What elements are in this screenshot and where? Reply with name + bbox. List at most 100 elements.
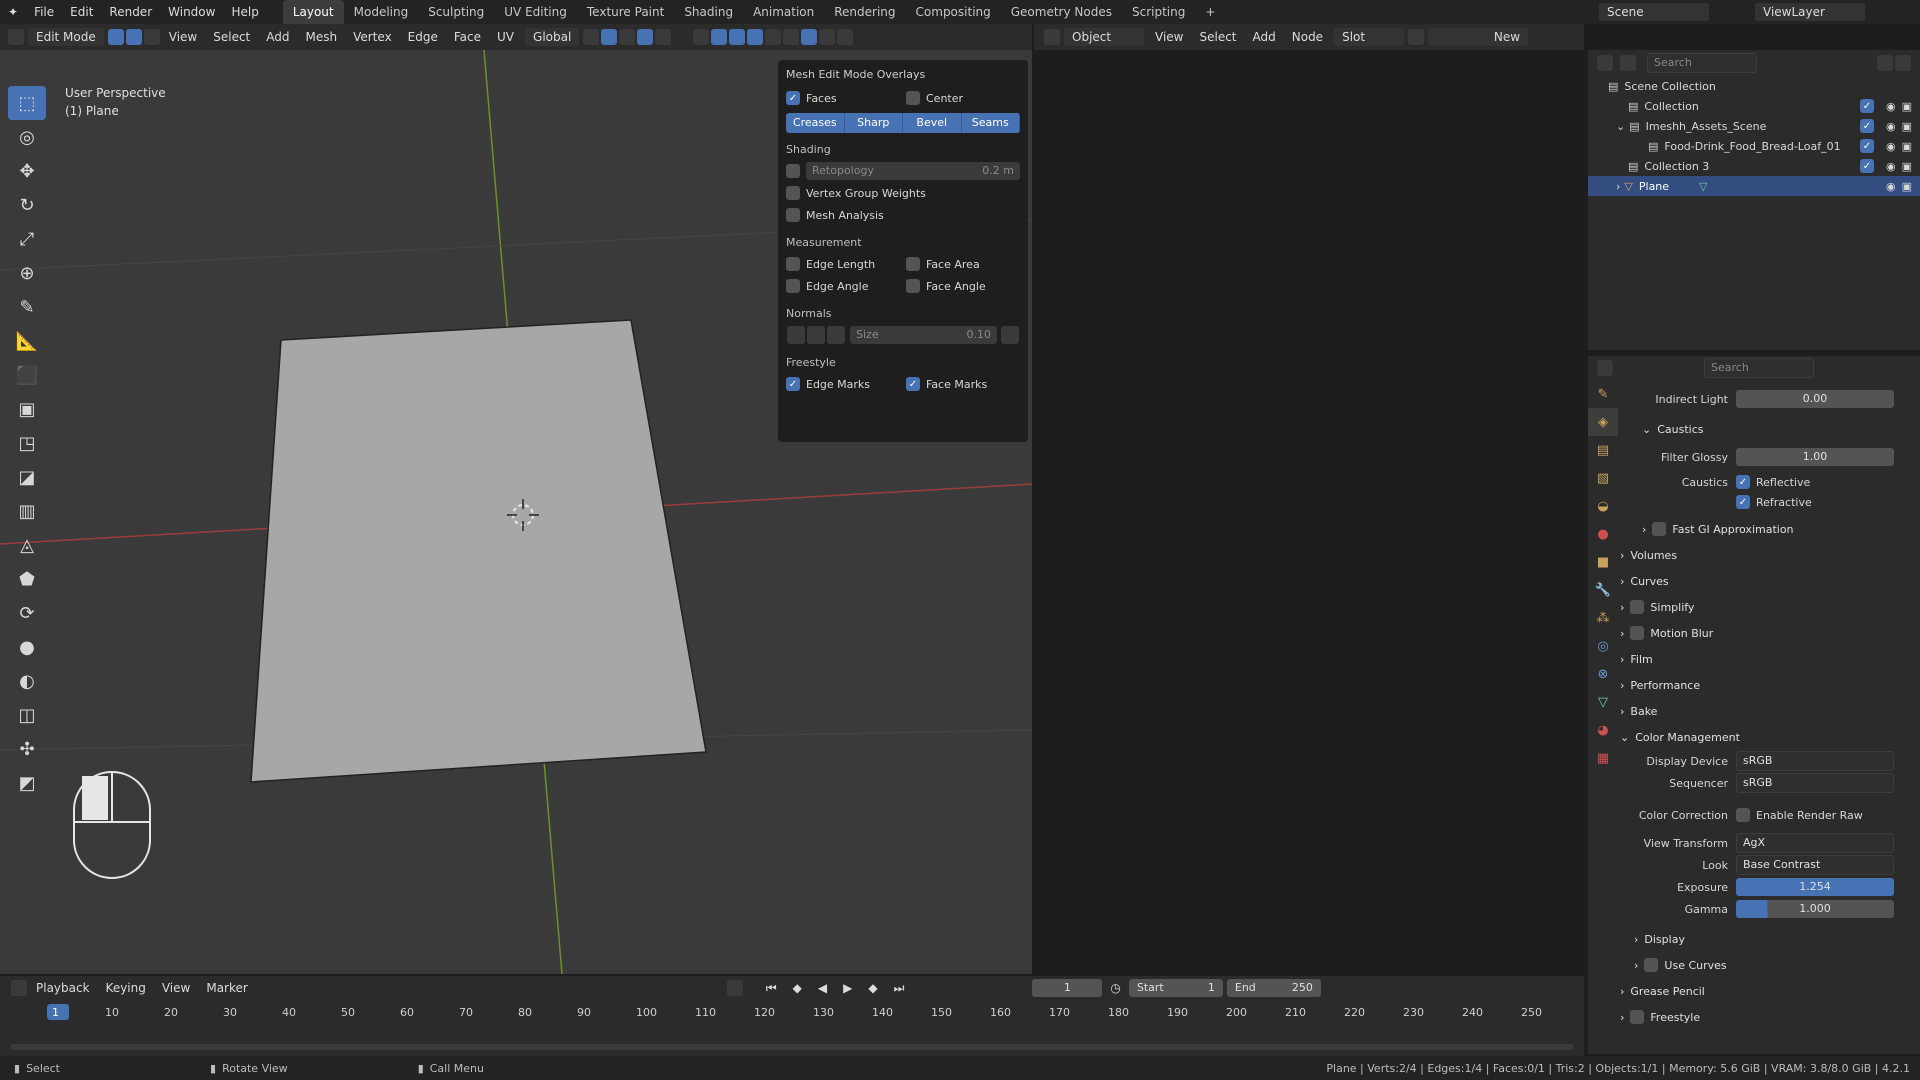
gizmo-icon[interactable]: [711, 29, 728, 45]
display-subpanel-header[interactable]: › Display: [1620, 926, 1912, 952]
snap-icon[interactable]: [601, 29, 618, 45]
checkbox-icon[interactable]: [1644, 958, 1659, 972]
motion-blur-panel-header[interactable]: › Motion Blur: [1620, 620, 1912, 646]
face-marks-checkbox[interactable]: ✓ Face Marks: [906, 373, 987, 395]
filter-view-icon[interactable]: [1620, 55, 1636, 71]
editor-type-icon[interactable]: [1044, 29, 1060, 45]
slot-dropdown[interactable]: Slot: [1334, 28, 1405, 46]
overlays-icon[interactable]: [729, 29, 746, 45]
look-dropdown[interactable]: Base Contrast: [1736, 855, 1894, 875]
edge-angle-checkbox[interactable]: Edge Angle: [786, 275, 906, 297]
loop-cut-icon[interactable]: ▥: [8, 494, 46, 528]
eye-icon[interactable]: ◉: [1886, 180, 1896, 193]
exposure-slider[interactable]: 1.254: [1736, 878, 1894, 896]
editor-type-icon[interactable]: [1597, 360, 1613, 376]
inset-icon[interactable]: ◳: [8, 426, 46, 460]
menu-face[interactable]: Face: [446, 30, 489, 44]
menu-view[interactable]: View: [1147, 30, 1191, 44]
tab-uv-editing[interactable]: UV Editing: [494, 0, 577, 24]
editor-type-icon[interactable]: [8, 29, 24, 45]
blender-logo-icon[interactable]: ✦: [0, 0, 26, 24]
tab-compositing[interactable]: Compositing: [906, 0, 1001, 24]
constraints-tab-icon[interactable]: ⊗: [1588, 660, 1618, 688]
bake-panel-header[interactable]: › Bake: [1620, 698, 1912, 724]
spin-icon[interactable]: ⟳: [8, 596, 46, 630]
view-layer-tab-icon[interactable]: ▧: [1588, 464, 1618, 492]
freestyle-panel-header[interactable]: › Freestyle: [1620, 1004, 1912, 1030]
snap-target-icon[interactable]: [619, 29, 636, 45]
output-tab-icon[interactable]: ▤: [1588, 436, 1618, 464]
sharp-toggle[interactable]: Sharp: [844, 113, 903, 133]
modifier-tab-icon[interactable]: 🔧: [1588, 576, 1618, 604]
seams-toggle[interactable]: Seams: [961, 113, 1020, 133]
sequencer-dropdown[interactable]: sRGB: [1736, 773, 1894, 793]
shear-icon[interactable]: ✣: [8, 732, 46, 766]
timeline-scrollbar[interactable]: [10, 1044, 1574, 1050]
visibility-icon[interactable]: [693, 29, 710, 45]
add-workspace-icon[interactable]: +: [1195, 0, 1225, 24]
add-cube-icon[interactable]: ⬛: [8, 358, 46, 392]
normals-size-field[interactable]: Size 0.10: [850, 326, 997, 344]
gamma-slider[interactable]: 1.000: [1736, 900, 1894, 918]
material-tab-icon[interactable]: ◕: [1588, 716, 1618, 744]
poly-build-icon[interactable]: ⬟: [8, 562, 46, 596]
face-select-icon[interactable]: [143, 29, 160, 45]
transform-orientation-dropdown[interactable]: Global: [525, 28, 580, 46]
caustics-panel-header[interactable]: ⌄ Caustics: [1620, 416, 1912, 442]
properties-search-input[interactable]: Search: [1704, 358, 1814, 378]
fast-gi-panel-header[interactable]: › Fast GI Approximation: [1620, 516, 1912, 542]
material-icon[interactable]: [1408, 29, 1425, 45]
eye-icon[interactable]: ◉: [1886, 140, 1896, 153]
scene-tab-icon[interactable]: ◒: [1588, 492, 1618, 520]
xray-icon[interactable]: [765, 29, 782, 45]
material-shading-icon[interactable]: [819, 29, 836, 45]
knife-icon[interactable]: ◬: [8, 528, 46, 562]
vertex-select-icon[interactable]: [107, 29, 124, 45]
indirect-light-field[interactable]: 0.00: [1736, 390, 1894, 408]
checkbox-icon[interactable]: [1652, 522, 1667, 536]
edge-length-checkbox[interactable]: Edge Length: [786, 253, 906, 275]
tab-modeling[interactable]: Modeling: [344, 0, 419, 24]
transform-icon[interactable]: ⊕: [8, 256, 46, 290]
tab-shading[interactable]: Shading: [674, 0, 743, 24]
edge-select-icon[interactable]: [125, 29, 142, 45]
mode-dropdown[interactable]: Edit Mode: [28, 28, 104, 46]
menu-file[interactable]: File: [26, 0, 62, 24]
tab-geometry-nodes[interactable]: Geometry Nodes: [1001, 0, 1122, 24]
eye-icon[interactable]: ◉: [1886, 120, 1896, 133]
check-icon[interactable]: ✓: [1859, 99, 1874, 113]
shrink-fatten-icon[interactable]: ◫: [8, 698, 46, 732]
bevel-icon[interactable]: ◪: [8, 460, 46, 494]
filter-icon[interactable]: [1877, 55, 1893, 71]
split-normals-icon[interactable]: [807, 326, 825, 344]
camera-icon[interactable]: ▣: [1902, 140, 1912, 153]
menu-edit[interactable]: Edit: [62, 0, 101, 24]
menu-node[interactable]: Node: [1284, 30, 1331, 44]
check-icon[interactable]: ✓: [1859, 159, 1874, 173]
menu-select[interactable]: Select: [205, 30, 258, 44]
retopology-checkbox[interactable]: [786, 164, 800, 178]
checkbox-icon[interactable]: [1630, 600, 1645, 614]
chevron-down-icon[interactable]: ⌄: [1616, 120, 1625, 133]
menu-edge[interactable]: Edge: [400, 30, 446, 44]
extrude-icon[interactable]: ▣: [8, 392, 46, 426]
camera-icon[interactable]: ▣: [1902, 180, 1912, 193]
film-panel-header[interactable]: › Film: [1620, 646, 1912, 672]
center-checkbox[interactable]: Center: [906, 87, 963, 109]
face-area-checkbox[interactable]: Face Area: [906, 253, 980, 275]
outliner-search-input[interactable]: Search: [1647, 53, 1757, 73]
vertex-normals-icon[interactable]: [787, 326, 805, 344]
simplify-panel-header[interactable]: › Simplify: [1620, 594, 1912, 620]
menu-help[interactable]: Help: [223, 0, 266, 24]
view-transform-dropdown[interactable]: AgX: [1736, 833, 1894, 853]
camera-icon[interactable]: ▣: [1902, 120, 1912, 133]
rotate-icon[interactable]: ↻: [8, 188, 46, 222]
checkbox-icon[interactable]: [1630, 626, 1645, 640]
shader-editor-canvas[interactable]: [1034, 50, 1584, 974]
world-tab-icon[interactable]: ●: [1588, 520, 1618, 548]
solid-shading-icon[interactable]: [801, 29, 818, 45]
use-curves-subpanel-header[interactable]: › Use Curves: [1620, 952, 1912, 978]
menu-view[interactable]: View: [161, 30, 205, 44]
tab-scripting[interactable]: Scripting: [1122, 0, 1195, 24]
bevel-toggle[interactable]: Bevel: [903, 113, 962, 133]
